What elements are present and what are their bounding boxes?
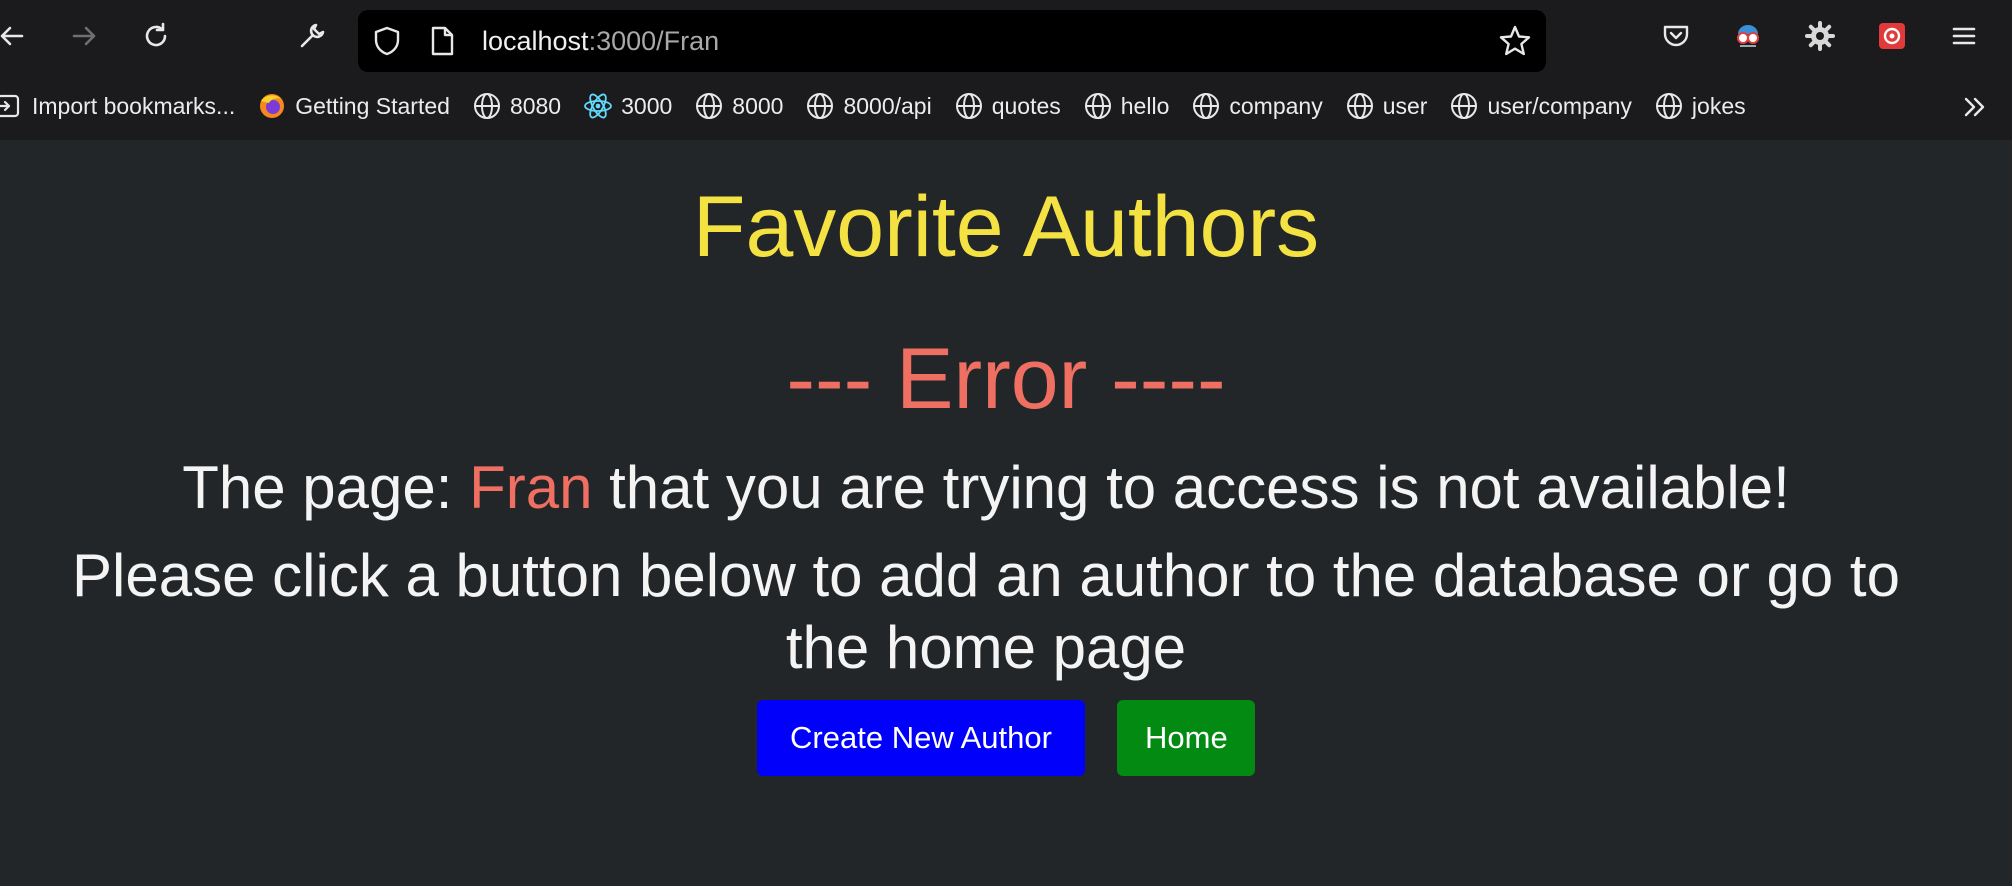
bookmark-company[interactable]: company: [1191, 91, 1323, 121]
globe-icon: [1451, 93, 1478, 119]
page-icon[interactable]: [428, 25, 456, 57]
globe-icon: [1346, 93, 1373, 119]
instruction-text: Please click a button below to add an au…: [72, 542, 1900, 681]
bookmark-label: 8000: [732, 92, 784, 119]
tools-button[interactable]: [294, 18, 330, 54]
bookmark-quotes[interactable]: quotes: [954, 91, 1061, 121]
red-extension-icon: [1879, 23, 1905, 49]
bookmark-star-icon[interactable]: [1498, 24, 1532, 58]
requested-page-name: Fran: [469, 454, 593, 521]
globe-icon: [955, 93, 982, 119]
bookmark-label: Getting Started: [295, 92, 450, 119]
bookmark-label: 8080: [509, 92, 562, 119]
globe-icon: [473, 93, 500, 119]
back-arrow-icon: [0, 26, 24, 46]
error-message-suffix: that you are trying to access is not ava…: [592, 454, 1790, 521]
forward-arrow-icon: [72, 26, 96, 46]
url-host: localhost: [482, 26, 589, 56]
back-button[interactable]: [0, 18, 30, 54]
bookmark-jokes[interactable]: jokes: [1654, 91, 1746, 121]
address-bar[interactable]: localhost:3000/Fran: [358, 10, 1546, 72]
bookmark-label: user/company: [1487, 92, 1632, 119]
home-button[interactable]: Home: [1117, 700, 1255, 776]
globe-icon: [1655, 93, 1682, 119]
bookmark-label: 3000: [621, 92, 673, 119]
import-icon: [0, 94, 20, 118]
url-path: :3000/Fran: [588, 26, 720, 56]
error-message-prefix: The page:: [182, 454, 470, 521]
extension-red-button[interactable]: [1874, 18, 1910, 54]
reload-icon: [145, 22, 167, 47]
shield-icon[interactable]: [372, 25, 402, 57]
action-buttons: Create New Author Home: [0, 700, 2012, 776]
extension-spy-button[interactable]: [1730, 18, 1766, 54]
globe-icon: [1193, 93, 1220, 119]
browser-toolbar: localhost:3000/Fran: [0, 0, 2012, 72]
pocket-button[interactable]: [1658, 18, 1694, 54]
bookmark-8080[interactable]: 8080: [472, 91, 561, 121]
create-new-author-button[interactable]: Create New Author: [757, 700, 1085, 776]
globe-icon: [1084, 93, 1111, 119]
bookmark-label: hello: [1120, 92, 1170, 119]
hamburger-menu-icon: [1952, 27, 1976, 45]
menu-button[interactable]: [1946, 18, 1982, 54]
url-text[interactable]: localhost:3000/Fran: [482, 24, 719, 58]
bookmark-hello[interactable]: hello: [1083, 91, 1170, 121]
globe-icon: [807, 93, 834, 119]
gear-icon: [1805, 21, 1835, 51]
bookmark-import[interactable]: Import bookmarks...: [0, 91, 235, 121]
error-message: The page: Fran that you are trying to ac…: [60, 452, 1912, 524]
bookmark-label: jokes: [1691, 92, 1746, 119]
page-content: Favorite Authors --- Error ---- The page…: [0, 140, 2012, 886]
bookmark-label: user: [1382, 92, 1428, 119]
forward-button[interactable]: [66, 18, 102, 54]
bookmark-8000-api[interactable]: 8000/api: [805, 91, 932, 121]
bookmark-label: 8000/api: [843, 92, 932, 119]
bookmark-3000[interactable]: 3000: [583, 91, 672, 121]
spy-extension-icon: [1737, 25, 1759, 47]
page-title: Favorite Authors: [692, 179, 1320, 275]
chevron-double-right-icon[interactable]: [1960, 92, 1990, 122]
bookmarks-toolbar: Import bookmarks... Getting Started 8080…: [0, 72, 2012, 140]
bookmark-getting-started[interactable]: Getting Started: [257, 91, 450, 121]
pocket-icon: [1663, 25, 1689, 47]
bookmark-user-company[interactable]: user/company: [1449, 91, 1632, 121]
bookmark-label: Import bookmarks...: [32, 92, 236, 119]
bookmark-8000[interactable]: 8000: [694, 91, 783, 121]
bookmark-user[interactable]: user: [1345, 91, 1428, 121]
bookmark-label: quotes: [991, 92, 1061, 119]
extension-settings-button[interactable]: [1802, 18, 1838, 54]
error-heading: --- Error ----: [786, 331, 1226, 427]
wrench-icon: [300, 23, 325, 48]
firefox-icon: [260, 94, 285, 118]
globe-icon: [696, 93, 723, 119]
reload-button[interactable]: [138, 18, 174, 54]
react-icon: [584, 93, 613, 119]
bookmark-label: company: [1229, 92, 1323, 119]
